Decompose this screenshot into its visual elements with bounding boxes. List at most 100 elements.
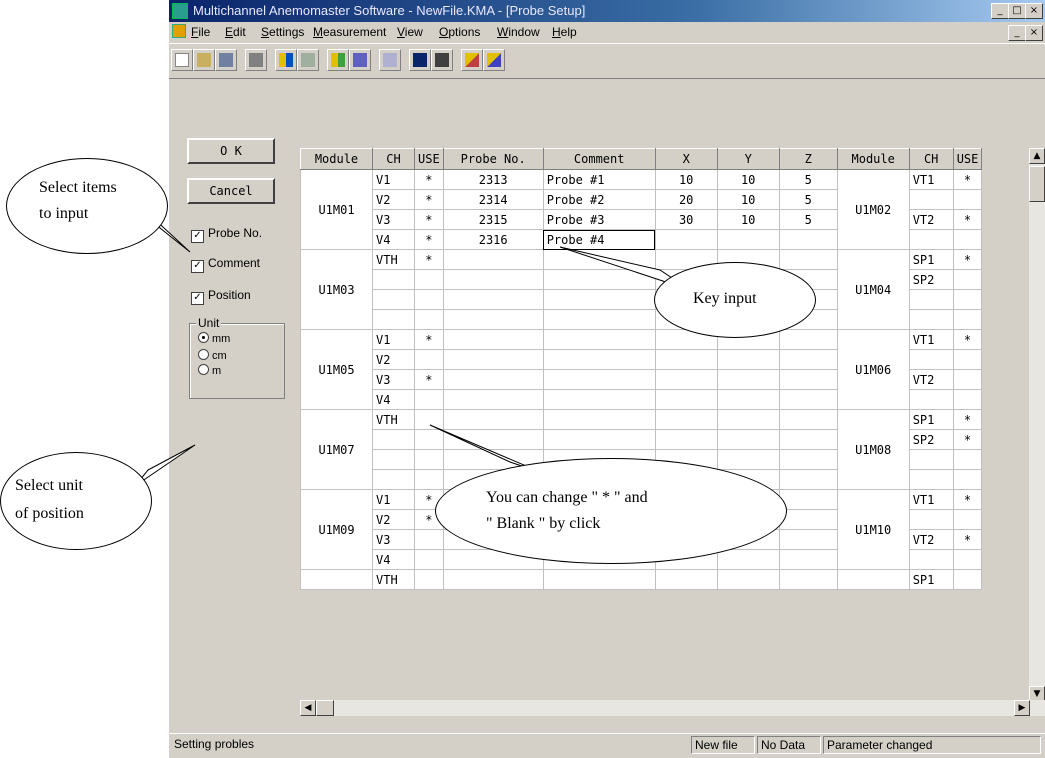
y-cell[interactable] <box>716 369 780 390</box>
use-cell-right[interactable] <box>952 229 983 250</box>
ch-cell-right[interactable]: SP2 <box>908 429 954 450</box>
z-cell[interactable] <box>778 369 838 390</box>
z-cell[interactable] <box>778 469 838 490</box>
grid-cell[interactable] <box>836 569 910 590</box>
hscroll-thumb[interactable] <box>316 700 334 716</box>
ch-cell[interactable]: VTH <box>372 409 415 430</box>
use-cell[interactable]: * <box>414 169 444 190</box>
ch-cell[interactable] <box>372 469 415 490</box>
grid-cell[interactable] <box>300 569 373 590</box>
use-cell-right[interactable] <box>952 349 983 370</box>
y-cell[interactable] <box>716 229 780 250</box>
comment-cell[interactable] <box>542 329 656 350</box>
ch-cell-right[interactable]: SP1 <box>908 409 954 430</box>
menu-measurement[interactable]: Measurement <box>313 25 386 39</box>
ch-cell-right[interactable] <box>908 549 954 570</box>
ch-cell[interactable]: V4 <box>372 549 415 570</box>
use-cell-right[interactable] <box>952 549 983 570</box>
menu-file[interactable]: File <box>191 25 210 39</box>
use-cell-right[interactable] <box>952 269 983 290</box>
col-use-right[interactable]: USE <box>952 148 983 170</box>
probe-no-cell[interactable] <box>442 369 544 390</box>
ch-cell-right[interactable]: VT2 <box>908 209 954 230</box>
graph-icon[interactable] <box>431 49 453 71</box>
graph3-icon[interactable] <box>483 49 505 71</box>
x-cell[interactable] <box>654 389 718 410</box>
table-icon[interactable] <box>379 49 401 71</box>
minimize-button[interactable]: _ <box>991 3 1009 19</box>
use-cell[interactable] <box>414 549 444 570</box>
comment-cell[interactable] <box>542 289 656 310</box>
use-cell[interactable]: * <box>414 189 444 210</box>
comment-cell[interactable]: Probe #4 <box>542 229 656 250</box>
use-cell-right[interactable]: * <box>952 249 983 270</box>
y-cell[interactable] <box>716 429 780 450</box>
x-cell[interactable] <box>654 369 718 390</box>
ch-cell[interactable]: VTH <box>372 569 415 590</box>
ch-cell-right[interactable] <box>908 449 954 470</box>
z-cell[interactable] <box>778 449 838 470</box>
use-cell[interactable] <box>414 449 444 470</box>
use-cell-right[interactable] <box>952 389 983 410</box>
use-cell[interactable]: * <box>414 329 444 350</box>
probe-no-cell[interactable]: 2316 <box>442 229 544 250</box>
probe-no-cell[interactable]: 2313 <box>442 169 544 190</box>
ch-cell[interactable]: V1 <box>372 489 415 510</box>
ch-cell-right[interactable] <box>908 309 954 330</box>
probe-no-cell[interactable] <box>442 389 544 410</box>
use-cell[interactable] <box>414 309 444 330</box>
y-cell[interactable] <box>716 389 780 410</box>
y-cell[interactable]: 10 <box>716 209 780 230</box>
open-icon[interactable] <box>193 49 215 71</box>
z-cell[interactable] <box>778 329 838 350</box>
use-cell-right[interactable]: * <box>952 429 983 450</box>
scroll-thumb[interactable] <box>1029 166 1045 202</box>
mdi-minimize-button[interactable]: _ <box>1008 25 1026 41</box>
menu-view[interactable]: View <box>397 25 423 39</box>
probe-no-cell[interactable] <box>442 349 544 370</box>
x-cell[interactable] <box>654 349 718 370</box>
ch-cell[interactable]: V3 <box>372 529 415 550</box>
title-bar[interactable]: Multichannel Anemomaster Software - NewF… <box>169 0 1045 22</box>
menu-settings[interactable]: Settings <box>261 25 304 39</box>
ch-cell-right[interactable]: VT2 <box>908 369 954 390</box>
print-icon[interactable] <box>245 49 267 71</box>
y-cell[interactable] <box>716 449 780 470</box>
comment-cell[interactable] <box>542 429 656 450</box>
use-cell[interactable] <box>414 289 444 310</box>
menu-help[interactable]: Help <box>552 25 577 39</box>
grid-cell[interactable] <box>654 569 718 590</box>
cancel-button[interactable]: Cancel <box>187 178 275 204</box>
y-cell[interactable] <box>716 549 780 570</box>
probe-no-cell[interactable]: 2315 <box>442 209 544 230</box>
z-cell[interactable]: 5 <box>778 169 838 190</box>
comment-cell[interactable] <box>542 389 656 410</box>
ch-cell[interactable]: V4 <box>372 389 415 410</box>
z-cell[interactable] <box>778 509 838 530</box>
use-cell[interactable] <box>414 469 444 490</box>
comment-cell[interactable] <box>542 249 656 270</box>
close-button[interactable]: × <box>1025 3 1043 19</box>
ch-cell[interactable]: V3 <box>372 209 415 230</box>
comment-cell[interactable]: Probe #3 <box>542 209 656 230</box>
window-icon[interactable] <box>409 49 431 71</box>
vertical-scrollbar[interactable]: ▲ ▼ <box>1029 148 1045 702</box>
comment-cell[interactable] <box>542 349 656 370</box>
position-checkbox[interactable]: ✓ Position <box>191 288 251 305</box>
ch-cell[interactable]: V1 <box>372 329 415 350</box>
ch-cell-right[interactable] <box>908 469 954 490</box>
col-comment[interactable]: Comment <box>542 148 656 170</box>
ch-cell[interactable] <box>372 449 415 470</box>
use-cell-right[interactable]: * <box>952 489 983 510</box>
ch-cell-right[interactable]: SP1 <box>908 249 954 270</box>
z-cell[interactable] <box>778 549 838 570</box>
horizontal-scrollbar[interactable]: ◀ ▶ <box>300 700 1045 716</box>
use-cell[interactable] <box>414 269 444 290</box>
z-cell[interactable] <box>778 249 838 270</box>
save-icon[interactable] <box>215 49 237 71</box>
use-cell-right[interactable]: * <box>952 169 983 190</box>
use-cell-right[interactable] <box>952 289 983 310</box>
probe-setup-icon[interactable] <box>275 49 297 71</box>
ch-cell-right[interactable] <box>908 229 954 250</box>
probe-no-cell[interactable] <box>442 429 544 450</box>
